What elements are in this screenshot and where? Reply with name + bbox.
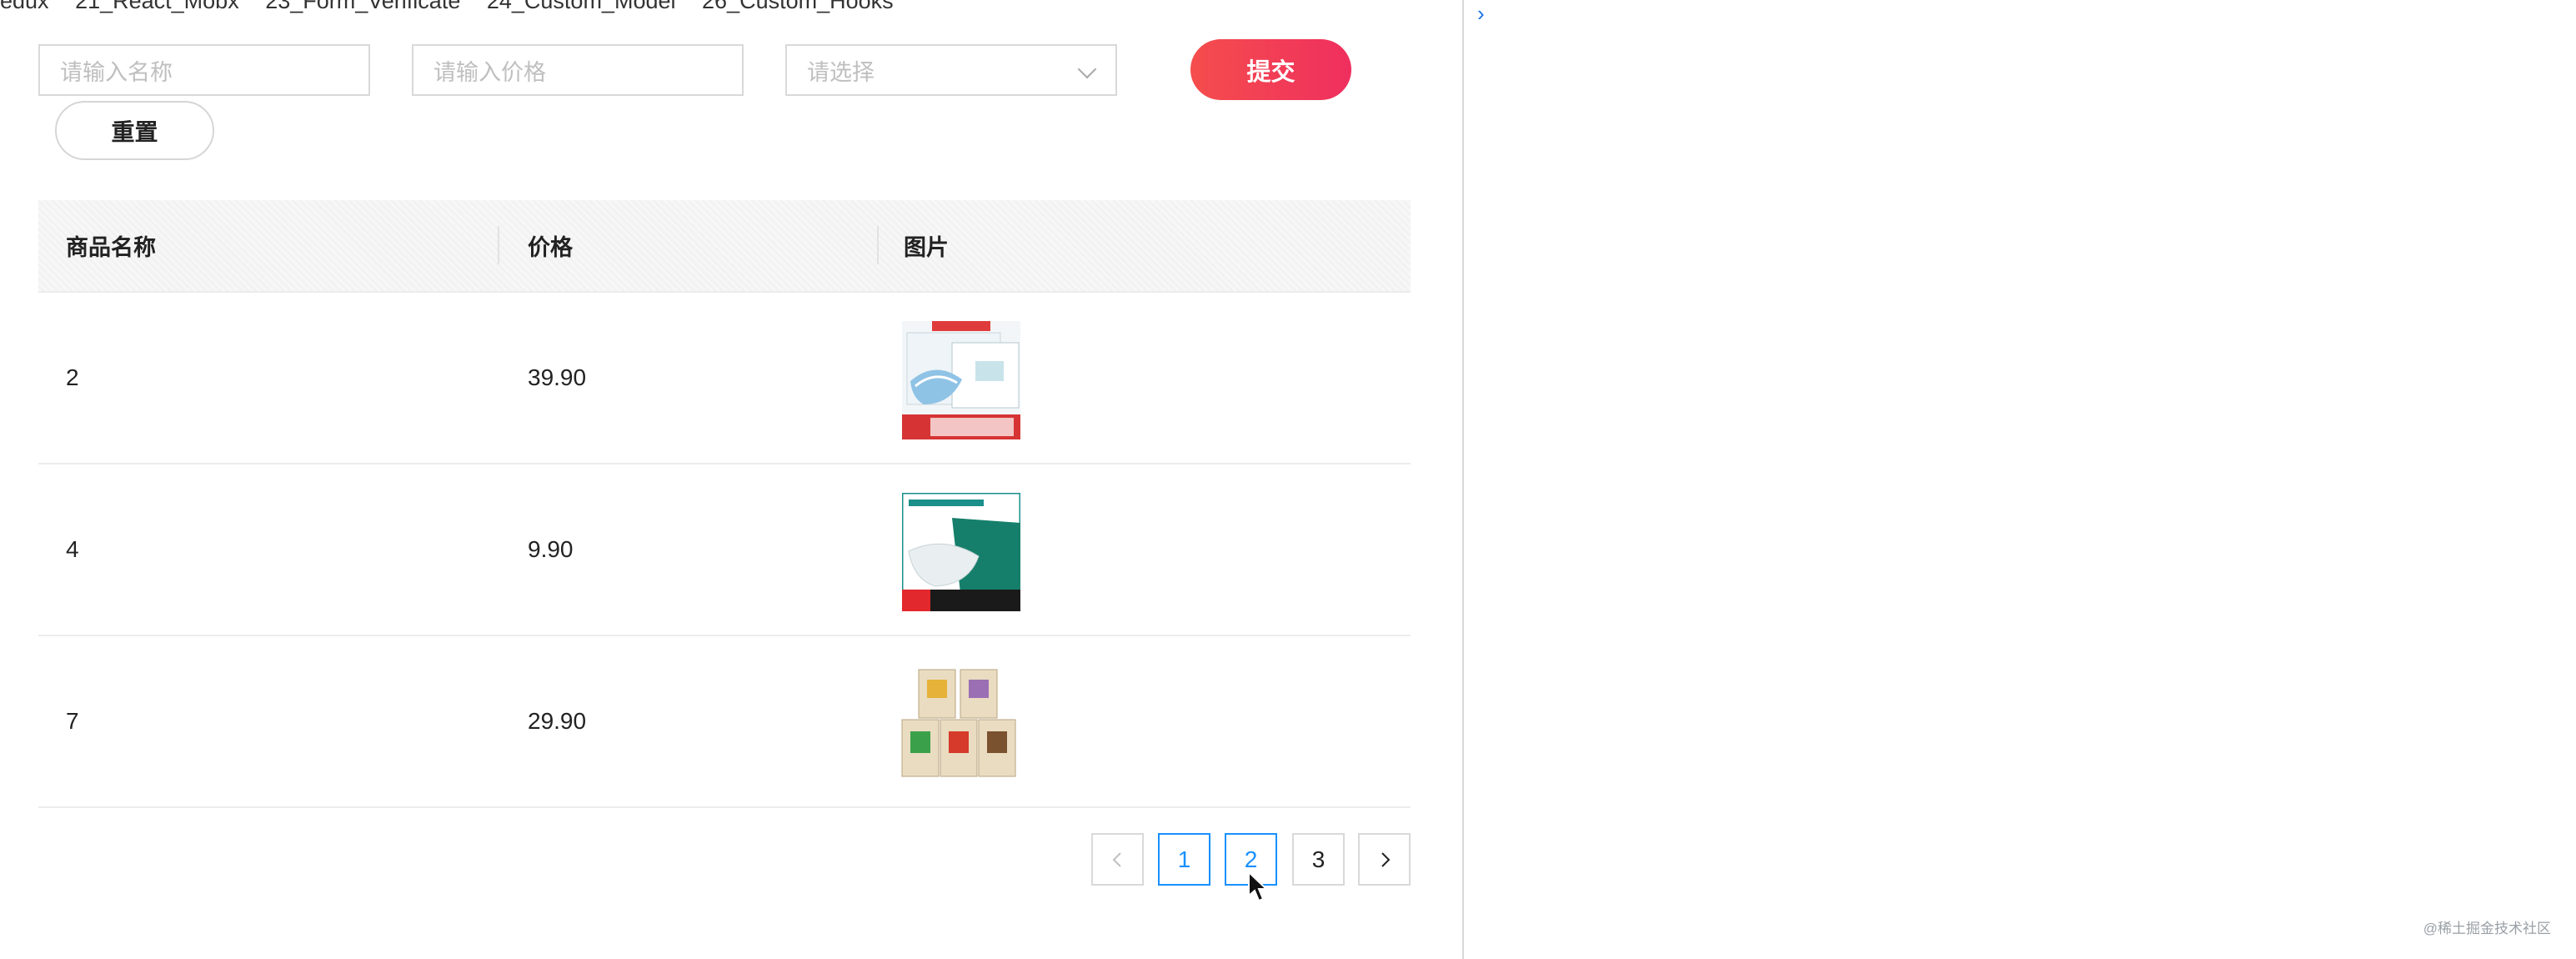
- column-divider: [877, 226, 879, 264]
- reset-button[interactable]: 重置: [55, 101, 214, 160]
- name-input-placeholder: 请输入名称: [60, 59, 173, 85]
- breadcrumb-item[interactable]: 23_Form_Verificate: [265, 0, 460, 13]
- table-row: 2 39.90: [38, 293, 1411, 464]
- product-image-food-bags: [899, 665, 1017, 783]
- breadcrumb: edux 21_React_Mobx 23_Form_Verificate 24…: [0, 0, 914, 13]
- breadcrumb-item[interactable]: 21_React_Mobx: [75, 0, 239, 13]
- table-row: 7 29.90: [38, 636, 1411, 808]
- name-input[interactable]: 请输入名称: [38, 44, 370, 96]
- table-row: 4 9.90: [38, 464, 1411, 636]
- chevron-down-icon: [1077, 59, 1097, 79]
- chevron-right-icon: [1381, 851, 1390, 867]
- product-price-cell: 39.90: [528, 364, 587, 390]
- table-header: 商品名称 价格 图片: [38, 200, 1411, 293]
- product-image-mask-pack-blue: [902, 321, 1020, 439]
- column-header-image: 图片: [904, 235, 949, 260]
- price-input-placeholder: 请输入价格: [434, 59, 546, 85]
- console-pane: › @稀土掘金技术社区: [1464, 0, 2576, 959]
- console-prompt-chevron-right-icon[interactable]: ›: [1477, 2, 1485, 25]
- column-header-name: 商品名称: [66, 235, 156, 260]
- price-input[interactable]: 请输入价格: [412, 44, 744, 96]
- breadcrumb-item[interactable]: 24_Custom_Model: [487, 0, 676, 13]
- breadcrumb-item[interactable]: edux: [0, 0, 49, 13]
- category-select-placeholder: 请选择: [807, 59, 875, 85]
- submit-button[interactable]: 提交: [1190, 39, 1351, 100]
- category-select[interactable]: 请选择: [785, 44, 1117, 96]
- watermark: @稀土掘金技术社区: [2423, 921, 2551, 936]
- product-image-mask-pack-green: [902, 493, 1020, 611]
- next-page-button[interactable]: [1358, 833, 1411, 886]
- chevron-left-icon: [1112, 851, 1121, 867]
- product-name-cell: 4: [66, 536, 79, 562]
- main-pane: edux 21_React_Mobx 23_Form_Verificate 24…: [0, 0, 1462, 959]
- product-price-cell: 9.90: [528, 536, 574, 562]
- prev-page-button[interactable]: [1091, 833, 1144, 886]
- product-name-cell: 2: [66, 364, 79, 390]
- breadcrumb-item[interactable]: 26_Custom_Hooks: [702, 0, 894, 13]
- column-divider: [498, 226, 499, 264]
- page-button-3[interactable]: 3: [1292, 833, 1345, 886]
- product-price-cell: 29.90: [528, 708, 587, 734]
- product-table: 商品名称 价格 图片 2 39.90 4 9.90 7 29.90: [38, 200, 1411, 808]
- column-header-price: 价格: [528, 235, 573, 260]
- product-name-cell: 7: [66, 708, 79, 734]
- mouse-cursor-icon: [1248, 871, 1269, 902]
- page-button-1[interactable]: 1: [1158, 833, 1210, 886]
